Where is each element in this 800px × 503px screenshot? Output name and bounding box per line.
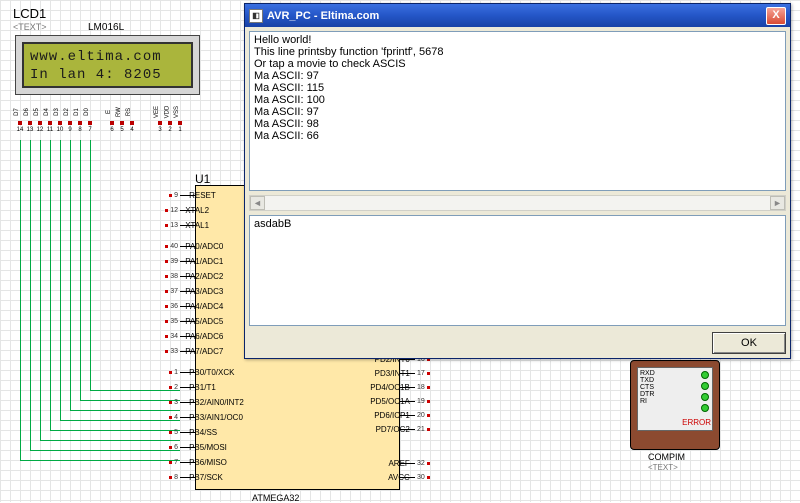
chip-pin-left: 33PA7/ADC7 (165, 348, 196, 355)
compim-error: ERROR (682, 418, 711, 427)
compim-pin: DTR (640, 391, 710, 398)
bus-wire (70, 410, 180, 411)
scroll-left-icon[interactable]: ◄ (250, 196, 265, 210)
chip-pin-right: AREF32 (399, 460, 430, 467)
lcd-pin: RS4 (127, 98, 137, 133)
bus-wire (90, 140, 91, 390)
compim-pin: CTS (640, 384, 710, 391)
lcd-pin: D07 (85, 98, 95, 133)
lcd-line1: www.eltima.com (30, 49, 162, 65)
chip-pin-left: 40PA0/ADC0 (165, 243, 196, 250)
compim-pin: TXD (640, 377, 710, 384)
chip-pin-left: 37PA3/ADC3 (165, 288, 196, 295)
horizontal-scrollbar[interactable]: ◄ ► (249, 195, 786, 211)
dialog-title: AVR_PC - Eltima.com (267, 10, 379, 22)
compim-ref: COMPIM (648, 452, 685, 462)
bus-wire (40, 440, 180, 441)
lcd-part: LM016L (88, 22, 124, 33)
chip-pin-left: 34PA6/ADC6 (165, 333, 196, 340)
chip-pin-right: PD3/INT117 (399, 370, 430, 377)
bus-wire (30, 450, 180, 451)
chip-pin-left: 9RESET (169, 192, 196, 199)
chip-pin-left: 2PB1/T1 (169, 384, 196, 391)
chip-pin-right: PD6/ICP120 (399, 412, 430, 419)
chip-pin-left: 7PB6/MISO (169, 459, 196, 466)
bus-wire (50, 430, 180, 431)
chip-pin-left: 1PB0/T0/XCK (169, 369, 196, 376)
lcd-line2: In lan 4: 8205 (30, 67, 162, 83)
compim-placeholder: <TEXT> (648, 463, 678, 472)
chip-pin-left: 5PB4/SS (169, 429, 196, 436)
bus-wire (20, 140, 21, 460)
bus-wire (50, 140, 51, 430)
bus-wire (70, 140, 71, 410)
chip-pin-left: 8PB7/SCK (169, 474, 196, 481)
bus-wire (60, 140, 61, 420)
close-button[interactable]: X (766, 7, 786, 25)
bus-wire (80, 140, 81, 400)
bus-wire (80, 400, 180, 401)
lcd-text-placeholder: <TEXT> (13, 22, 47, 32)
chip-pin-right: PD4/OC1B18 (399, 384, 430, 391)
lcd-component[interactable]: www.eltima.com In lan 4: 8205 (15, 35, 200, 95)
app-icon: ◧ (249, 9, 263, 23)
lcd-ref: LCD1 (13, 6, 46, 21)
bus-wire (90, 390, 180, 391)
chip-pin-left: 4PB3/AIN1/OC0 (169, 414, 196, 421)
compim-pin: RI (640, 398, 710, 405)
led-icon (701, 404, 709, 412)
terminal-input[interactable]: asdabB (249, 215, 786, 326)
chip-pin-right: PD5/OC1A19 (399, 398, 430, 405)
lcd-screen: www.eltima.com In lan 4: 8205 (22, 42, 193, 88)
chip-ref: U1 (195, 172, 210, 186)
scroll-right-icon[interactable]: ► (770, 196, 785, 210)
compim-pin: RXD (640, 370, 710, 377)
terminal-dialog: ◧ AVR_PC - Eltima.com X Hello world! Thi… (244, 3, 791, 359)
chip-pin-left: 38PA2/ADC2 (165, 273, 196, 280)
compim-leds (701, 371, 709, 412)
bus-wire (40, 140, 41, 440)
bus-wire (30, 140, 31, 450)
terminal-output[interactable]: Hello world! This line printsby function… (249, 31, 786, 191)
dialog-titlebar[interactable]: ◧ AVR_PC - Eltima.com X (245, 4, 790, 27)
compim-module[interactable]: RXDTXDCTSDTRRI ERROR (630, 360, 720, 450)
chip-pin-left: 3PB2/AIN0/INT2 (169, 399, 196, 406)
lcd-pin: VSS1 (175, 98, 185, 133)
chip-pin-left: 39PA1/ADC1 (165, 258, 196, 265)
chip-pin-left: 13XTAL1 (165, 222, 196, 229)
chip-pin-left: 6PB5/MOSI (169, 444, 196, 451)
led-icon (701, 382, 709, 390)
bus-wire (60, 420, 180, 421)
lcd-terminals: D714D613D512D411D310D29D18D07 E6RW5RS4 V… (15, 98, 200, 133)
ok-button[interactable]: OK (712, 332, 786, 354)
led-icon (701, 371, 709, 379)
bus-wire (20, 460, 180, 461)
chip-pin-right: PD7/OC221 (399, 426, 430, 433)
chip-pin-right: AVCC30 (399, 474, 430, 481)
chip-pin-left: 12XTAL2 (165, 207, 196, 214)
led-icon (701, 393, 709, 401)
chip-pin-left: 36PA4/ADC4 (165, 303, 196, 310)
chip-pin-left: 35PA5/ADC5 (165, 318, 196, 325)
